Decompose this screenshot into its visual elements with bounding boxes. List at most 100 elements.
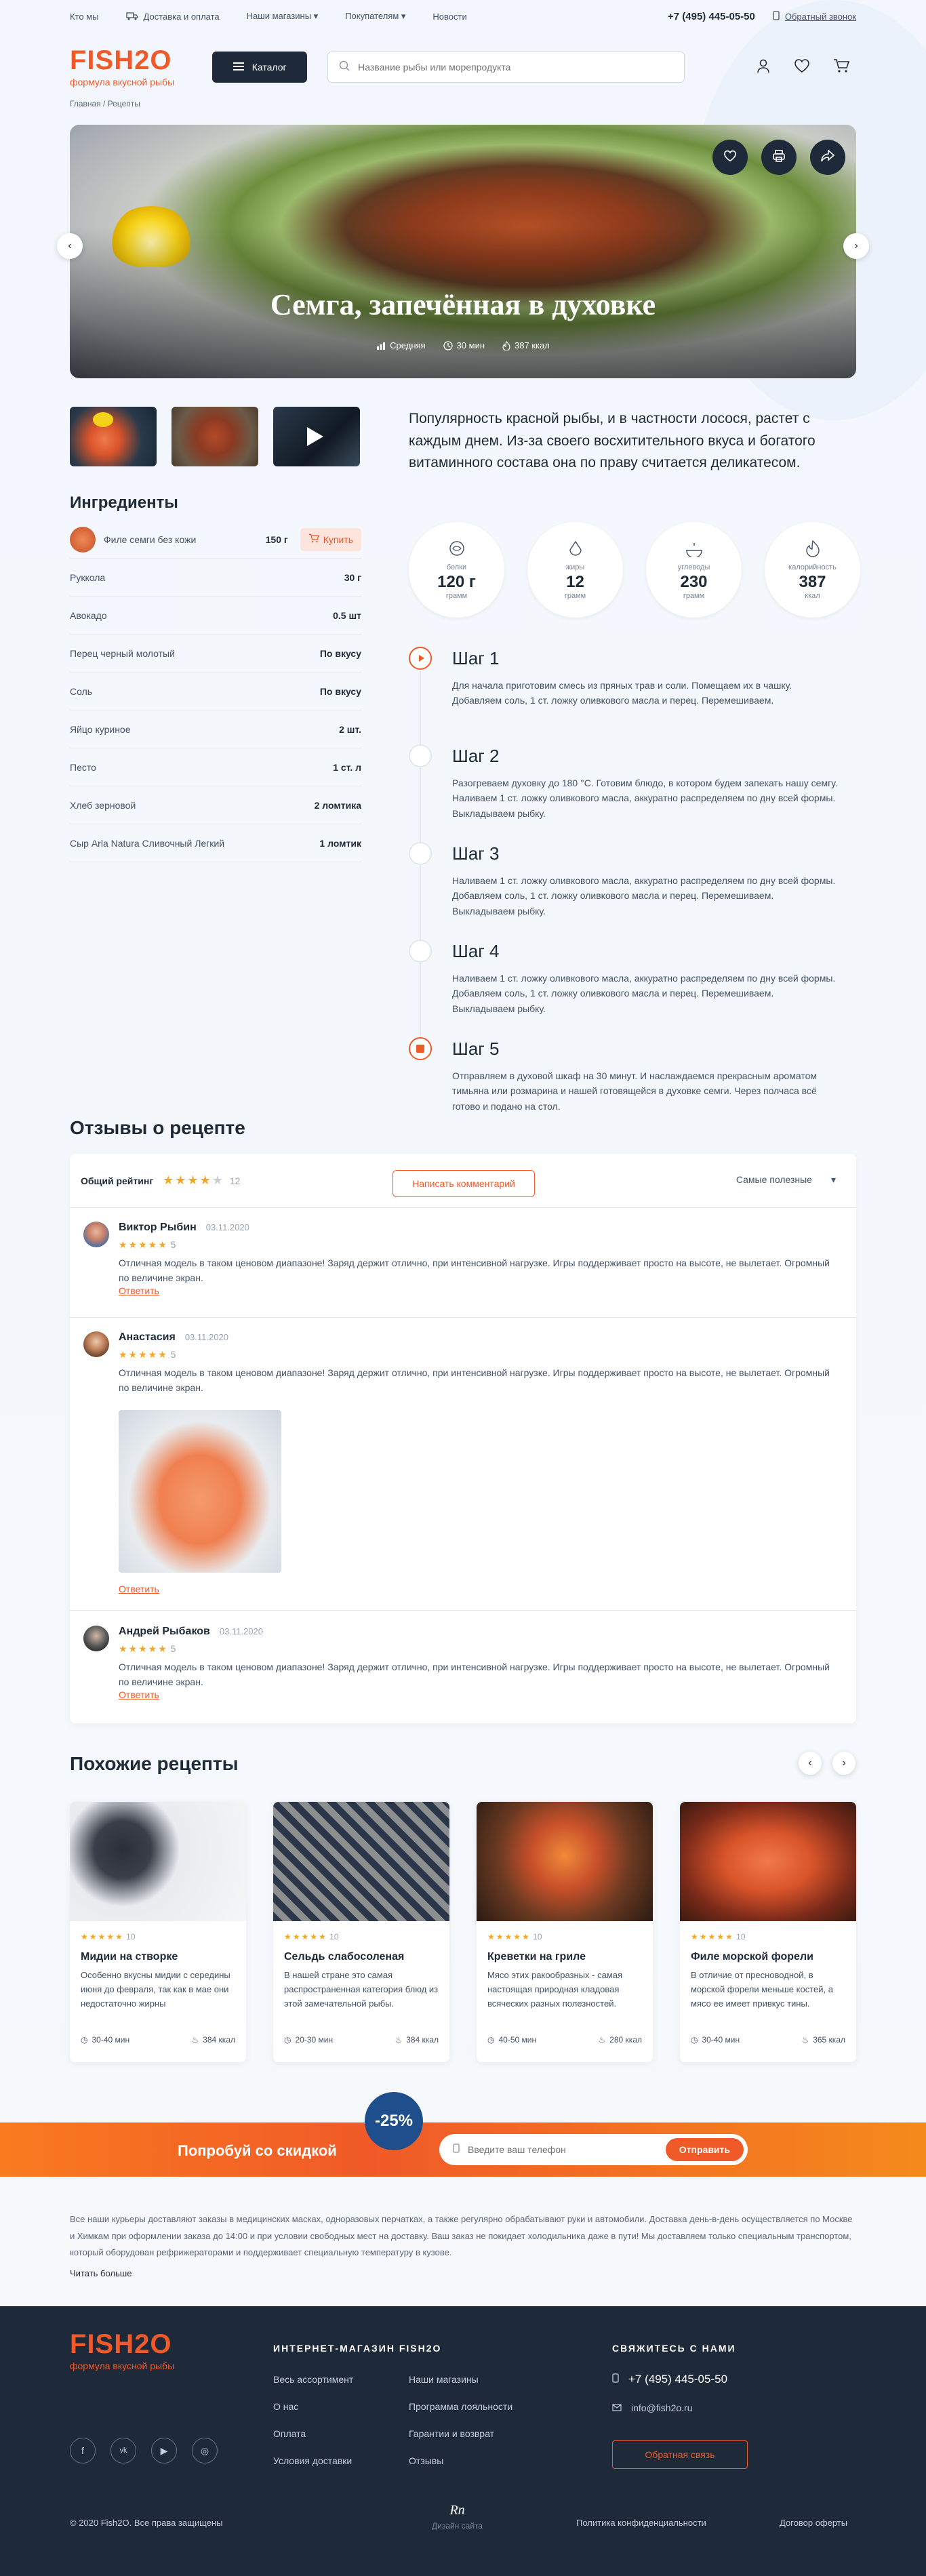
topbar-link-delivery[interactable]: Доставка и оплата <box>125 12 220 22</box>
flame-icon <box>805 540 820 561</box>
ingredient-qty: 0.5 шт <box>333 609 361 621</box>
step-text: Наливаем 1 ст. ложку оливкового масла, а… <box>452 973 836 1014</box>
heart-icon[interactable] <box>794 58 810 77</box>
recipe-card-meta: ◷ 30-40 мин ♨ 384 ккал <box>81 2035 235 2045</box>
review-photo[interactable] <box>119 1410 281 1573</box>
ingredient-qty: 30 г <box>344 571 361 583</box>
bars-icon <box>376 342 386 350</box>
hero-prev-arrow[interactable]: ‹ <box>57 233 83 259</box>
mail-icon <box>612 2402 622 2413</box>
gallery-thumb-2[interactable] <box>172 407 258 466</box>
topbar-link-stores[interactable]: Наши магазины ▾ <box>247 11 319 22</box>
similar-next-arrow[interactable]: › <box>832 1752 855 1775</box>
footer-link[interactable]: Наши магазины <box>409 2374 479 2385</box>
difficulty: Средняя <box>376 340 426 350</box>
step-final-marker <box>409 1037 432 1060</box>
clock-icon: ◷ <box>81 2035 88 2045</box>
topbar-link-customers[interactable]: Покупателям ▾ <box>345 11 405 22</box>
reply-link[interactable]: Ответить <box>119 1285 159 1296</box>
gallery-thumb-1[interactable] <box>70 407 157 466</box>
print-button[interactable] <box>761 140 797 175</box>
phone-icon <box>453 2143 460 2156</box>
logo-text: FISH2O <box>70 45 172 75</box>
logo[interactable]: FISH2O формула вкусной рыбы <box>70 47 174 87</box>
nutrition-unit: грамм <box>683 592 705 600</box>
nutrition-facts: белки 120 г грамм жиры 12 грамм углеводы… <box>409 522 926 618</box>
review-rating: 5 <box>170 1239 176 1250</box>
promo-send-button[interactable]: Отправить <box>665 2138 744 2161</box>
footer-email[interactable]: info@fish2o.ru <box>612 2402 692 2413</box>
cart-icon[interactable] <box>833 58 850 77</box>
printer-icon <box>772 149 786 166</box>
recipe-card-meta: ◷ 20-30 мин ♨ 384 ккал <box>284 2035 439 2045</box>
recipe-intro: Популярность красной рыбы, и в частности… <box>409 411 816 471</box>
footer-logo[interactable]: FISH2O формула вкусной рыбы <box>70 2331 174 2371</box>
cook-time-label: 30 мин <box>456 340 485 350</box>
review-date: 03.11.2020 <box>219 1626 263 1636</box>
calories: 387 ккал <box>502 340 550 350</box>
reply-link[interactable]: Ответить <box>119 1689 159 1700</box>
recipe-card[interactable]: ★★★★★ 10 Филе морской форели В отличие о… <box>680 1802 856 2062</box>
similar-prev-arrow[interactable]: ‹ <box>799 1752 822 1775</box>
designer-credit[interactable]: Rn Дизайн сайта <box>432 2503 483 2531</box>
footer-phone[interactable]: +7 (495) 445-05-50 <box>612 2373 727 2386</box>
vk-icon[interactable]: vk <box>110 2438 136 2463</box>
footer-link[interactable]: О нас <box>273 2401 298 2412</box>
ingredient-row: Яйцо куриное 2 шт. <box>70 710 361 748</box>
read-more-link[interactable]: Читать больше <box>70 2266 856 2282</box>
share-button[interactable] <box>810 140 845 175</box>
hero-next-arrow[interactable]: › <box>843 233 869 259</box>
share-icon <box>821 148 835 165</box>
footer-link[interactable]: Весь ассортимент <box>273 2374 353 2385</box>
similar-recipes-list: ★★★★★ 10 Мидии на створке Особенно вкусн… <box>70 1802 856 2062</box>
step-text: Наливаем 1 ст. ложку оливкового масла, а… <box>452 875 836 917</box>
buy-label: Купить <box>323 534 353 545</box>
phone-icon <box>773 10 780 22</box>
topbar-phone[interactable]: +7 (495) 445-05-50 <box>668 11 755 22</box>
ingredient-row: Перец черный молотый По вкусу <box>70 635 361 672</box>
hero-actions <box>712 140 845 175</box>
search-input[interactable] <box>358 62 674 73</box>
write-comment-button[interactable]: Написать комментарий <box>392 1170 535 1197</box>
ingredient-name: Перец черный молотый <box>70 647 175 659</box>
offer-link[interactable]: Договор оферты <box>780 2518 847 2528</box>
sort-select[interactable]: Самые полезные ▾ <box>736 1174 836 1186</box>
privacy-link[interactable]: Политика конфиденциальности <box>576 2518 706 2528</box>
recipe-card-text: В нашей стране это самая распространенна… <box>284 1970 439 2009</box>
topbar-link-about[interactable]: Кто мы <box>70 12 99 22</box>
recipe-card-text: В отличие от пресноводной, в морской фор… <box>691 1970 833 2009</box>
footer-shop-title: ИНТЕРНЕТ-МАГАЗИН FISH2O <box>273 2343 442 2354</box>
recipe-card-meta: ◷ 30-40 мин ♨ 365 ккал <box>691 2035 845 2045</box>
favorite-button[interactable] <box>712 140 748 175</box>
nutrition-unit: грамм <box>445 592 468 600</box>
ingredient-qty: По вкусу <box>319 685 361 697</box>
footer: FISH2O формула вкусной рыбы ИНТЕРНЕТ-МАГ… <box>0 2306 926 2576</box>
calories: ♨ 384 ккал <box>395 2035 439 2045</box>
reply-link[interactable]: Ответить <box>119 1584 159 1594</box>
play-icon <box>307 427 323 446</box>
callback-link[interactable]: Обратный звонок <box>773 10 856 22</box>
menu-icon <box>233 62 244 73</box>
review-author: Анастасия 03.11.2020 <box>119 1331 228 1344</box>
footer-link[interactable]: Программа лояльности <box>409 2401 512 2412</box>
promo-phone-input[interactable] <box>468 2144 644 2155</box>
facebook-icon[interactable]: f <box>70 2438 96 2463</box>
buy-button[interactable]: Купить <box>300 527 361 551</box>
cart-icon <box>308 534 319 545</box>
promo-form: Отправить <box>439 2134 748 2165</box>
breadcrumb[interactable]: Главная / Рецепты <box>70 99 856 108</box>
youtube-icon[interactable]: ▶ <box>151 2438 177 2463</box>
recipe-card[interactable]: ★★★★★ 10 Креветки на гриле Мясо этих рак… <box>477 1802 653 2062</box>
user-icon[interactable] <box>756 58 771 77</box>
recipe-card[interactable]: ★★★★★ 10 Мидии на створке Особенно вкусн… <box>70 1802 246 2062</box>
nutrition-label: углеводы <box>677 563 710 571</box>
cook-time: 30 мин <box>443 340 485 350</box>
recipe-meta: Средняя 30 мин 387 ккал <box>70 340 856 350</box>
gallery-thumb-video[interactable] <box>273 407 360 466</box>
topbar-link-news[interactable]: Новости <box>432 12 466 22</box>
chevron-down-icon: ▾ <box>313 11 319 21</box>
nutrition-value: 120 г <box>437 573 476 591</box>
recipe-card[interactable]: ★★★★★ 10 Сельдь слабосоленая В нашей стр… <box>273 1802 449 2062</box>
instagram-icon[interactable]: ◎ <box>192 2438 218 2463</box>
catalog-button[interactable]: Каталог <box>212 52 308 83</box>
